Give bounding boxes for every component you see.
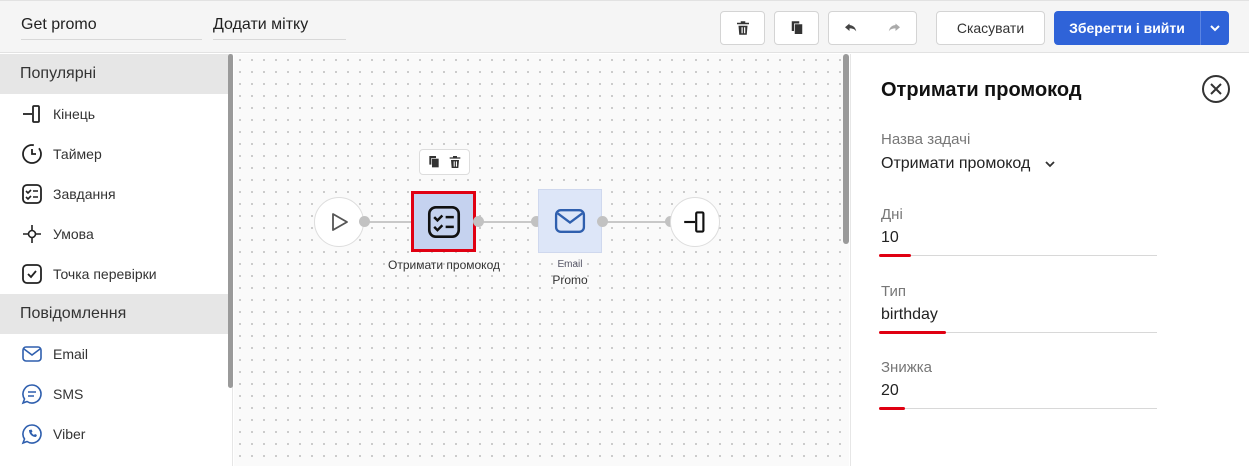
sms-icon — [20, 382, 44, 406]
email-node-label: Promo — [552, 273, 588, 287]
palette-item-label: Кінець — [53, 106, 96, 122]
days-input[interactable]: 10 — [879, 226, 1157, 257]
palette-item-label: Email — [53, 346, 89, 362]
copy-icon — [791, 21, 802, 34]
task-name-value: Отримати промокод — [881, 155, 1031, 172]
section-messages: Повідомлення — [0, 294, 232, 334]
save-options-button[interactable] — [1200, 11, 1229, 45]
palette-item-email[interactable]: Email — [0, 334, 232, 374]
email-icon — [20, 342, 44, 366]
validation-underline — [879, 254, 911, 257]
palette-item-end[interactable]: Кінець — [0, 94, 232, 134]
node-mini-toolbar — [419, 149, 470, 175]
days-value: 10 — [881, 229, 899, 246]
end-icon — [684, 211, 705, 233]
redo-button[interactable] — [872, 11, 917, 45]
end-node[interactable] — [670, 197, 720, 247]
palette-item-condition[interactable]: Умова — [0, 214, 232, 254]
trash-icon[interactable] — [447, 154, 463, 170]
discount-value: 20 — [881, 382, 899, 399]
node-palette-sidebar: Популярні Кінець Таймер Завдання Умова Т… — [0, 54, 233, 466]
task-icon — [427, 205, 460, 238]
task-name-select[interactable]: Отримати промокод — [881, 155, 1056, 173]
checkpoint-icon — [20, 262, 44, 286]
task-node-selected[interactable] — [411, 191, 476, 252]
palette-item-label: Viber — [53, 426, 86, 442]
task-icon — [20, 182, 44, 206]
palette-item-label: Умова — [53, 226, 94, 242]
chevron-down-icon — [1045, 161, 1055, 168]
top-toolbar: Get promo Додати мітку Скасувати Зберегт… — [0, 0, 1249, 53]
palette-item-viber[interactable]: Viber — [0, 414, 232, 454]
cancel-button[interactable]: Скасувати — [936, 11, 1045, 45]
palette-item-label: Таймер — [53, 146, 102, 162]
panel-title: Отримати промокод — [881, 79, 1082, 101]
copy-icon[interactable] — [426, 154, 442, 170]
task-settings-panel: Отримати промокод Назва задачі Отримати … — [850, 54, 1249, 466]
start-node[interactable] — [314, 197, 364, 247]
validation-underline — [879, 331, 946, 334]
undo-icon — [844, 23, 856, 32]
chevron-down-icon — [1210, 25, 1220, 32]
add-tag-input[interactable]: Додати мітку — [213, 14, 346, 40]
palette-item-label: Точка перевірки — [53, 266, 157, 282]
workflow-name-input[interactable]: Get promo — [21, 14, 202, 40]
type-value: birthday — [881, 306, 938, 323]
play-icon — [332, 213, 348, 231]
palette-item-task[interactable]: Завдання — [0, 174, 232, 214]
sidebar-scrollbar[interactable] — [228, 54, 233, 388]
canvas-scrollbar[interactable] — [843, 54, 849, 244]
end-icon — [20, 102, 44, 126]
validation-underline — [879, 407, 905, 410]
close-button[interactable] — [1202, 75, 1230, 103]
email-node[interactable] — [538, 189, 602, 253]
email-icon — [554, 209, 586, 233]
condition-icon — [20, 222, 44, 246]
delete-button[interactable] — [720, 11, 765, 45]
discount-label: Знижка — [881, 359, 932, 376]
timer-icon — [20, 142, 44, 166]
task-name-label: Назва задачі — [881, 131, 971, 148]
undo-button[interactable] — [828, 11, 873, 45]
palette-item-sms[interactable]: SMS — [0, 374, 232, 414]
type-label: Тип — [881, 283, 907, 300]
type-input[interactable]: birthday — [879, 303, 1157, 334]
section-popular: Популярні — [0, 54, 232, 94]
palette-item-label: SMS — [53, 386, 84, 402]
discount-input[interactable]: 20 — [879, 379, 1157, 410]
palette-item-checkpoint[interactable]: Точка перевірки — [0, 254, 232, 294]
palette-item-label: Завдання — [53, 186, 116, 202]
viber-icon — [20, 422, 44, 446]
copy-button[interactable] — [774, 11, 819, 45]
email-node-type: Email — [557, 259, 583, 270]
connector-dot[interactable] — [359, 216, 370, 227]
connector-dot[interactable] — [473, 216, 484, 227]
days-label: Дні — [881, 206, 903, 223]
save-and-exit-button[interactable]: Зберегти і вийти — [1054, 11, 1200, 45]
redo-icon — [888, 23, 900, 32]
close-icon — [1210, 83, 1222, 95]
connector-dot[interactable] — [597, 216, 608, 227]
palette-item-timer[interactable]: Таймер — [0, 134, 232, 174]
trash-icon — [736, 21, 749, 35]
save-button-group: Зберегти і вийти — [1054, 11, 1229, 45]
task-node-label: Отримати промокод — [388, 258, 500, 272]
